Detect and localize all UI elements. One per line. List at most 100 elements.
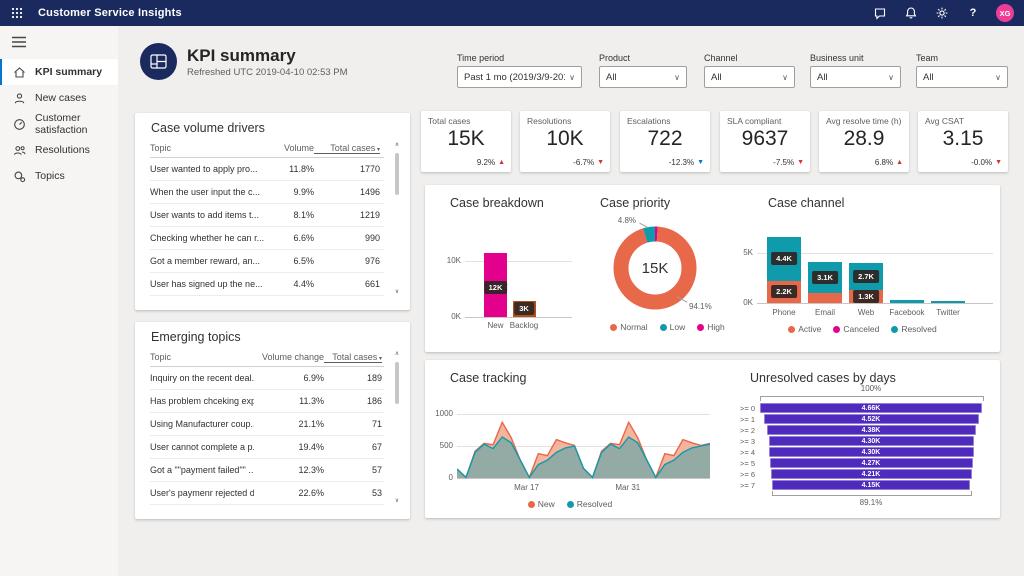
funnel-bar-1[interactable]: 4.52K xyxy=(764,414,979,424)
sidebar-item-topics[interactable]: Topics xyxy=(0,163,118,189)
legend-label: Normal xyxy=(620,322,647,332)
kpi-value: 10K xyxy=(520,127,610,151)
scroll-thumb[interactable] xyxy=(395,153,399,195)
kpi-trend-icon: ▲ xyxy=(896,159,903,166)
legend-item-resolved: Resolved xyxy=(891,324,936,334)
legend-dot xyxy=(610,324,617,331)
kpi-delta-text: 9.2% xyxy=(477,158,495,167)
legend-dot xyxy=(660,324,667,331)
value-cell: 6.5% xyxy=(264,256,314,266)
kpi-trend-icon: ▼ xyxy=(597,159,604,166)
funnel-bar-5[interactable]: 4.27K xyxy=(770,458,973,468)
feedback-icon[interactable] xyxy=(872,5,888,21)
kpi-label: Avg resolve time (h) xyxy=(826,116,901,126)
gauge-icon xyxy=(12,117,26,131)
sidebar-item-resolutions[interactable]: Resolutions xyxy=(0,137,118,163)
table-case-volume-drivers: TopicVolumeTotal cases ▾ User wanted to a… xyxy=(150,139,384,296)
table-row[interactable]: Checking whether he can r...6.6%990 xyxy=(150,227,384,250)
value-cell: 53 xyxy=(324,488,382,498)
bar-value-label: 12K xyxy=(484,281,508,294)
topic-cell: Checking whether he can r... xyxy=(150,233,264,243)
kpi-value: 15K xyxy=(421,127,511,151)
kpi-card-sla-compliant[interactable]: SLA compliant9637-7.5%▼ xyxy=(720,111,810,172)
menu-icon[interactable] xyxy=(11,35,27,47)
scroll-up-icon[interactable]: ∧ xyxy=(392,141,402,149)
kpi-card-total-cases[interactable]: Total cases15K9.2%▲ xyxy=(421,111,511,172)
funnel-bar-2[interactable]: 4.38K xyxy=(767,425,976,435)
funnel-bar-6[interactable]: 4.21K xyxy=(771,469,972,479)
col-header-total-cases[interactable]: Total cases ▾ xyxy=(324,352,382,362)
legend-dot xyxy=(528,501,535,508)
kpi-value: 9637 xyxy=(720,127,810,151)
kpi-value: 722 xyxy=(620,127,710,151)
table-row[interactable]: Got a ""payment failed"" ...12.3%57 xyxy=(150,459,384,482)
sidebar-item-customer-satisfaction[interactable]: Customer satisfaction xyxy=(0,111,118,137)
table-row[interactable]: User wants to add items t...8.1%1219 xyxy=(150,204,384,227)
table-row[interactable]: Has problem chceking exp...11.3%186 xyxy=(150,390,384,413)
bar-segment-email-active[interactable] xyxy=(808,293,842,303)
notifications-icon[interactable] xyxy=(903,5,919,21)
kpi-card-escalations[interactable]: Escalations722-12.3%▼ xyxy=(620,111,710,172)
table-row[interactable]: Using Manufacturer coup...21.1%71 xyxy=(150,413,384,436)
funnel-value-label: 4.66K xyxy=(862,405,881,412)
callout-label: 4.8% xyxy=(598,216,636,225)
col-header-topic: Topic xyxy=(150,143,264,153)
x-tick: Mar 17 xyxy=(507,483,547,492)
bar-segment-facebook-resolved[interactable] xyxy=(890,300,924,303)
sidebar-item-new-cases[interactable]: New cases xyxy=(0,85,118,111)
funnel-category-label: >= 5 xyxy=(725,459,755,468)
people-icon xyxy=(12,143,26,157)
gridline xyxy=(465,261,572,262)
value-cell: 67 xyxy=(324,442,382,452)
avatar-initials: XG xyxy=(1000,9,1011,18)
scroll-thumb[interactable] xyxy=(395,362,399,404)
settings-icon[interactable] xyxy=(934,5,950,21)
sidebar-item-label: Topics xyxy=(35,170,65,182)
card-charts-top: Case breakdown10K0K12KNew3KBacklogCase p… xyxy=(425,185,1000,352)
funnel-bar-7[interactable]: 4.15K xyxy=(772,480,970,490)
kpi-card-avg-csat[interactable]: Avg CSAT3.15-0.0%▼ xyxy=(918,111,1008,172)
sidebar: KPI summaryNew casesCustomer satisfactio… xyxy=(0,26,118,576)
card-emerging-topics: Emerging topicsTopicVolume changeTotal c… xyxy=(135,322,410,519)
funnel-bar-0[interactable]: 4.66K xyxy=(760,403,982,413)
table-row[interactable]: User has signed up the ne...4.4%661 xyxy=(150,273,384,296)
kpi-trend-icon: ▼ xyxy=(697,159,704,166)
bar-segment-twitter-resolved[interactable] xyxy=(931,301,965,303)
waffle-icon[interactable] xyxy=(5,1,29,25)
app-window: Customer Service Insights ? XG KPI summa… xyxy=(0,0,1024,576)
funnel-bar-4[interactable]: 4.30K xyxy=(769,447,974,457)
table-row[interactable]: User cannot complete a p...19.4%67 xyxy=(150,436,384,459)
funnel-bar-3[interactable]: 4.30K xyxy=(769,436,974,446)
avatar[interactable]: XG xyxy=(996,4,1014,22)
kpi-delta: -6.7%▼ xyxy=(573,158,604,167)
table-row[interactable]: When the user input the c...9.9%1496 xyxy=(150,181,384,204)
sidebar-item-kpi-summary[interactable]: KPI summary xyxy=(0,59,118,85)
table-row[interactable]: Got a member reward, an...6.5%976 xyxy=(150,250,384,273)
table-row[interactable]: User wanted to apply pro...11.8%1770 xyxy=(150,158,384,181)
value-cell: 6.6% xyxy=(264,233,314,243)
value-cell: 6.9% xyxy=(254,373,324,383)
topic-cell: Using Manufacturer coup... xyxy=(150,419,254,429)
table-scrollbar: ∧∨ xyxy=(392,350,402,505)
kpi-label: Total cases xyxy=(428,116,471,126)
table-row[interactable]: User's paymenr rejected d...22.6%53 xyxy=(150,482,384,505)
topic-cell: User wants to add items t... xyxy=(150,210,264,220)
help-icon[interactable]: ? xyxy=(965,5,981,21)
card-charts-bottom: Case tracking10005000Mar 17Mar 31NewReso… xyxy=(425,360,1000,518)
table-row[interactable]: Inquiry on the recent deal...6.9%189 xyxy=(150,367,384,390)
kpi-card-resolutions[interactable]: Resolutions10K-6.7%▼ xyxy=(520,111,610,172)
funnel-category-label: >= 6 xyxy=(725,470,755,479)
funnel-category-label: >= 1 xyxy=(725,415,755,424)
kpi-value: 28.9 xyxy=(819,127,909,151)
scroll-down-icon[interactable]: ∨ xyxy=(392,288,402,296)
kpi-card-avg-resolve-time-h[interactable]: Avg resolve time (h)28.96.8%▲ xyxy=(819,111,909,172)
kpi-value: 3.15 xyxy=(918,127,1008,151)
bar-value-label: 4.4K xyxy=(771,252,797,265)
scroll-up-icon[interactable]: ∧ xyxy=(392,350,402,358)
col-header-volume: Volume xyxy=(264,143,314,153)
legend-dot xyxy=(788,326,795,333)
col-header-total-cases[interactable]: Total cases ▾ xyxy=(314,143,380,153)
scroll-down-icon[interactable]: ∨ xyxy=(392,497,402,505)
legend-dot xyxy=(697,324,704,331)
table-header: TopicVolume changeTotal cases ▾ xyxy=(150,348,384,367)
